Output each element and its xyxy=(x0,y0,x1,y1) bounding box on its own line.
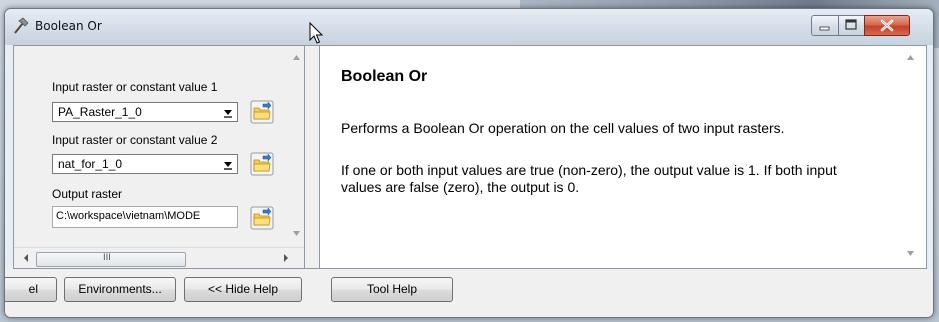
help-vertical-scrollbar[interactable] xyxy=(902,46,919,268)
window-title: Boolean Or xyxy=(35,19,102,33)
input-raster-1-value: PA_Raster_1_0 xyxy=(58,105,142,119)
parameters-vertical-scrollbar[interactable] xyxy=(289,46,304,246)
hide-help-button[interactable]: << Hide Help xyxy=(184,277,302,302)
minimize-button[interactable] xyxy=(811,15,839,36)
tool-help-button[interactable]: Tool Help xyxy=(331,277,453,302)
browse-folder-icon[interactable] xyxy=(250,206,274,230)
browse-folder-icon[interactable] xyxy=(250,152,274,176)
dialog-body: Input raster or constant value 1 PA_Rast… xyxy=(13,45,927,269)
help-details: If one or both input values are true (no… xyxy=(341,162,837,195)
scroll-thumb[interactable]: III xyxy=(36,252,186,267)
title-bar[interactable]: Boolean Or xyxy=(5,9,933,45)
dropdown-arrow-icon[interactable] xyxy=(221,105,235,119)
output-raster-value: C:\workspace\vietnam\MODE xyxy=(56,210,201,222)
mouse-cursor-icon xyxy=(309,22,324,44)
output-raster-field[interactable]: C:\workspace\vietnam\MODE xyxy=(52,206,238,228)
button-bar: el Environments... << Hide Help Tool Hel… xyxy=(5,269,933,317)
maximize-icon xyxy=(845,19,857,30)
input-raster-1-combo[interactable]: PA_Raster_1_0 xyxy=(52,102,238,122)
help-title: Boolean Or xyxy=(341,68,428,85)
help-pane: Boolean Or Performs a Boolean Or operati… xyxy=(320,46,926,268)
input-raster-1-label: Input raster or constant value 1 xyxy=(52,80,218,94)
tool-dialog: Boolean Or Input raster or constant valu… xyxy=(4,8,934,318)
scroll-arrows-icon[interactable] xyxy=(289,46,304,246)
pane-splitter[interactable] xyxy=(305,46,320,268)
dropdown-arrow-icon[interactable] xyxy=(221,157,235,171)
parameters-horizontal-scrollbar[interactable]: III xyxy=(14,247,304,268)
hammer-icon xyxy=(14,17,29,34)
cancel-button[interactable]: el xyxy=(5,277,57,302)
help-description: Performs a Boolean Or operation on the c… xyxy=(341,120,785,136)
input-raster-2-value: nat_for_1_0 xyxy=(58,157,123,171)
output-raster-label: Output raster xyxy=(52,187,123,201)
close-button[interactable] xyxy=(864,15,910,36)
scroll-thumb-grip: III xyxy=(103,253,111,263)
input-raster-2-combo[interactable]: nat_for_1_0 xyxy=(52,154,238,174)
close-icon xyxy=(880,19,894,32)
parameters-pane: Input raster or constant value 1 PA_Rast… xyxy=(14,46,305,268)
minimize-icon xyxy=(819,26,830,31)
maximize-button[interactable] xyxy=(838,15,865,36)
scroll-arrows-icon[interactable] xyxy=(902,46,919,268)
environments-button[interactable]: Environments... xyxy=(64,277,176,302)
browse-folder-icon[interactable] xyxy=(250,100,274,124)
input-raster-2-label: Input raster or constant value 2 xyxy=(52,133,218,147)
